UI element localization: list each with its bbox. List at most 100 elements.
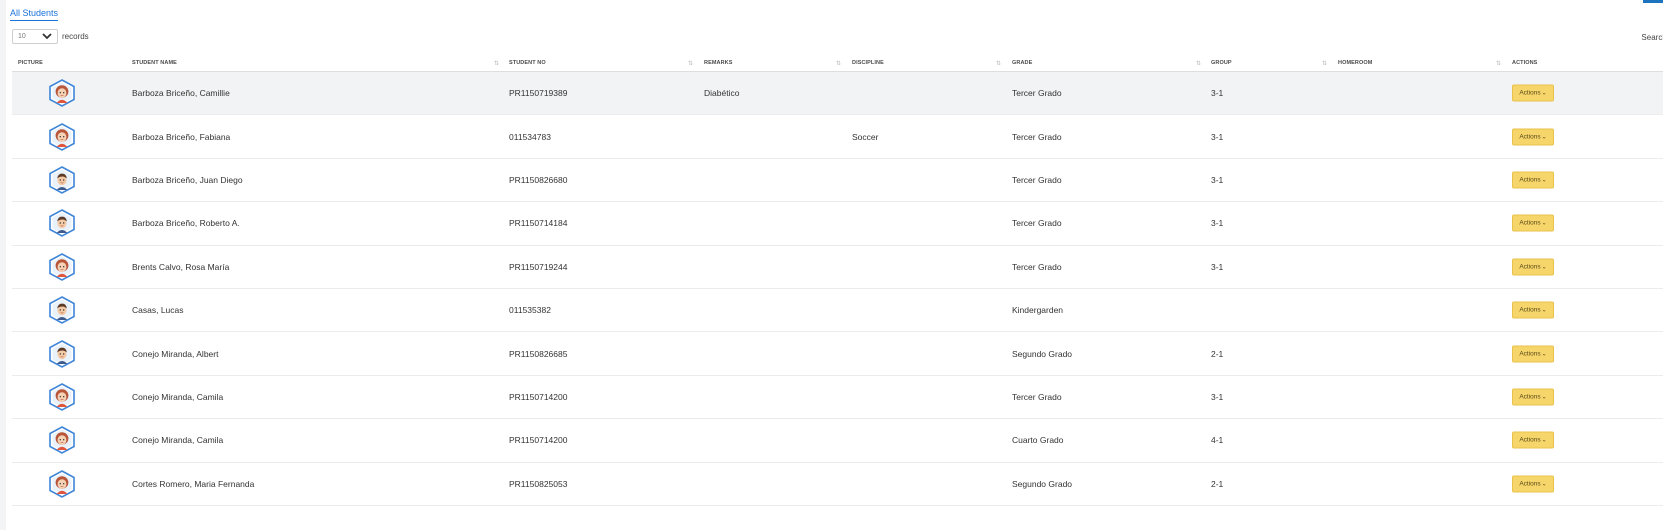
- student-name-cell: Casas, Lucas: [132, 305, 184, 316]
- student-name-cell: Conejo Miranda, Camila: [132, 391, 224, 402]
- boy-avatar-icon[interactable]: [49, 339, 75, 368]
- table-row[interactable]: Barboza Briceño, Camillie PR1150719389 D…: [12, 72, 1663, 116]
- sort-icon[interactable]: ⇅: [1322, 60, 1327, 67]
- girl-avatar-icon[interactable]: [49, 79, 75, 108]
- grade-cell: Cuarto Grado: [1012, 435, 1064, 446]
- sort-icon[interactable]: ⇅: [1496, 60, 1501, 67]
- actions-button-label: Actions: [1519, 306, 1541, 314]
- header-student-name[interactable]: STUDENT NAME: [132, 60, 177, 66]
- header-picture[interactable]: PICTURE: [18, 60, 43, 66]
- grade-cell: Segundo Grado: [1012, 348, 1073, 359]
- chevron-down-icon: [42, 33, 52, 40]
- actions-button[interactable]: Actions ⌄: [1512, 258, 1554, 276]
- actions-button[interactable]: Actions ⌄: [1512, 475, 1554, 493]
- student-no-cell: PR1150719244: [509, 261, 568, 272]
- sort-icon[interactable]: ⇅: [688, 60, 693, 67]
- left-sidebar-edge: [0, 0, 6, 530]
- student-name-cell: Conejo Miranda, Albert: [132, 348, 219, 359]
- table-row[interactable]: Barboza Briceño, Juan Diego PR1150826680…: [12, 159, 1663, 203]
- page-length-control: 10 records: [12, 29, 89, 44]
- grade-cell: Tercer Grado: [1012, 261, 1062, 272]
- grade-cell: Tercer Grado: [1012, 218, 1062, 229]
- sort-asc-icon[interactable]: ⇅: [494, 60, 499, 67]
- table-row[interactable]: Conejo Miranda, Albert PR1150826685 Segu…: [12, 332, 1663, 376]
- student-no-cell: PR1150714200: [509, 435, 568, 446]
- group-cell: 3-1: [1211, 174, 1224, 185]
- grade-cell: Segundo Grado: [1012, 478, 1073, 489]
- header-grade[interactable]: GRADE: [1012, 60, 1032, 66]
- table-row[interactable]: Cortes Romero, Maria Fernanda PR11508250…: [12, 463, 1663, 506]
- header-remarks[interactable]: REMARKS: [704, 60, 733, 66]
- actions-button-label: Actions: [1519, 219, 1541, 227]
- table-row[interactable]: Conejo Miranda, Camila PR1150714200 Terc…: [12, 376, 1663, 420]
- student-name-cell: Barboza Briceño, Fabiana: [132, 131, 231, 142]
- top-corner-accent: [1643, 0, 1663, 3]
- chevron-down-icon: ⌄: [1541, 481, 1547, 488]
- tab-all-students[interactable]: All Students: [10, 8, 59, 21]
- grade-cell: Tercer Grado: [1012, 391, 1062, 402]
- tab-bar: All Students: [10, 3, 59, 21]
- page-length-value: 10: [18, 33, 26, 40]
- girl-avatar-icon[interactable]: [49, 426, 75, 455]
- table-header: PICTURE STUDENT NAME ⇅ STUDENT NO ⇅ REMA…: [12, 56, 1663, 72]
- header-discipline[interactable]: DISCIPLINE: [852, 60, 884, 66]
- sort-icon[interactable]: ⇅: [1196, 60, 1201, 67]
- remarks-cell: Diabético: [704, 88, 740, 99]
- actions-button[interactable]: Actions ⌄: [1512, 128, 1554, 146]
- student-name-cell: Brents Calvo, Rosa María: [132, 261, 230, 272]
- girl-avatar-icon[interactable]: [49, 122, 75, 151]
- table-row[interactable]: Barboza Briceño, Roberto A. PR1150714184…: [12, 202, 1663, 246]
- group-cell: 3-1: [1211, 391, 1224, 402]
- sort-icon[interactable]: ⇅: [996, 60, 1001, 67]
- group-cell: 3-1: [1211, 88, 1224, 99]
- chevron-down-icon: ⌄: [1541, 134, 1547, 141]
- grade-cell: Kindergarden: [1012, 305, 1064, 316]
- actions-button[interactable]: Actions ⌄: [1512, 388, 1554, 406]
- actions-button-label: Actions: [1519, 480, 1541, 488]
- actions-button-label: Actions: [1519, 436, 1541, 444]
- actions-button-label: Actions: [1519, 350, 1541, 358]
- header-actions: ACTIONS: [1512, 60, 1538, 66]
- student-no-cell: 011534783: [509, 131, 551, 142]
- actions-button[interactable]: Actions ⌄: [1512, 431, 1554, 449]
- student-no-cell: 011535382: [509, 305, 551, 316]
- grade-cell: Tercer Grado: [1012, 174, 1062, 185]
- boy-avatar-icon[interactable]: [49, 296, 75, 325]
- student-no-cell: PR1150719389: [509, 88, 568, 99]
- table-row[interactable]: Casas, Lucas 011535382 Kindergarden Acti…: [12, 289, 1663, 333]
- group-cell: 3-1: [1211, 131, 1224, 142]
- actions-button[interactable]: Actions ⌄: [1512, 84, 1554, 102]
- student-name-cell: Conejo Miranda, Camila: [132, 435, 224, 446]
- table-row[interactable]: Brents Calvo, Rosa María PR1150719244 Te…: [12, 246, 1663, 289]
- chevron-down-icon: ⌄: [1541, 394, 1547, 401]
- actions-button[interactable]: Actions ⌄: [1512, 171, 1554, 189]
- girl-avatar-icon[interactable]: [49, 252, 75, 281]
- chevron-down-icon: ⌄: [1541, 307, 1547, 314]
- header-group[interactable]: GROUP: [1211, 60, 1232, 66]
- actions-button[interactable]: Actions ⌄: [1512, 214, 1554, 232]
- actions-button[interactable]: Actions ⌄: [1512, 345, 1554, 363]
- table-row[interactable]: Conejo Miranda, Camila PR1150714200 Cuar…: [12, 419, 1663, 463]
- search-label: Search:: [1641, 33, 1663, 42]
- actions-button-label: Actions: [1519, 393, 1541, 401]
- sort-icon[interactable]: ⇅: [836, 60, 841, 67]
- boy-avatar-icon[interactable]: [49, 209, 75, 238]
- student-no-cell: PR1150826680: [509, 174, 568, 185]
- group-cell: 3-1: [1211, 218, 1224, 229]
- student-name-cell: Barboza Briceño, Juan Diego: [132, 174, 243, 185]
- table-row[interactable]: Barboza Briceño, Fabiana 011534783 Socce…: [12, 115, 1663, 159]
- header-student-no[interactable]: STUDENT NO: [509, 60, 546, 66]
- student-no-cell: PR1150826685: [509, 348, 568, 359]
- page-length-select[interactable]: 10: [12, 29, 58, 44]
- records-label: records: [62, 32, 89, 41]
- girl-avatar-icon[interactable]: [49, 383, 75, 411]
- group-cell: 2-1: [1211, 478, 1224, 489]
- chevron-down-icon: ⌄: [1541, 437, 1547, 444]
- chevron-down-icon: ⌄: [1541, 351, 1547, 358]
- boy-avatar-icon[interactable]: [49, 166, 75, 194]
- girl-avatar-icon[interactable]: [49, 469, 75, 498]
- actions-button[interactable]: Actions ⌄: [1512, 301, 1554, 319]
- header-homeroom[interactable]: HOMEROOM: [1338, 60, 1372, 66]
- chevron-down-icon: ⌄: [1541, 220, 1547, 227]
- actions-button-label: Actions: [1519, 89, 1541, 97]
